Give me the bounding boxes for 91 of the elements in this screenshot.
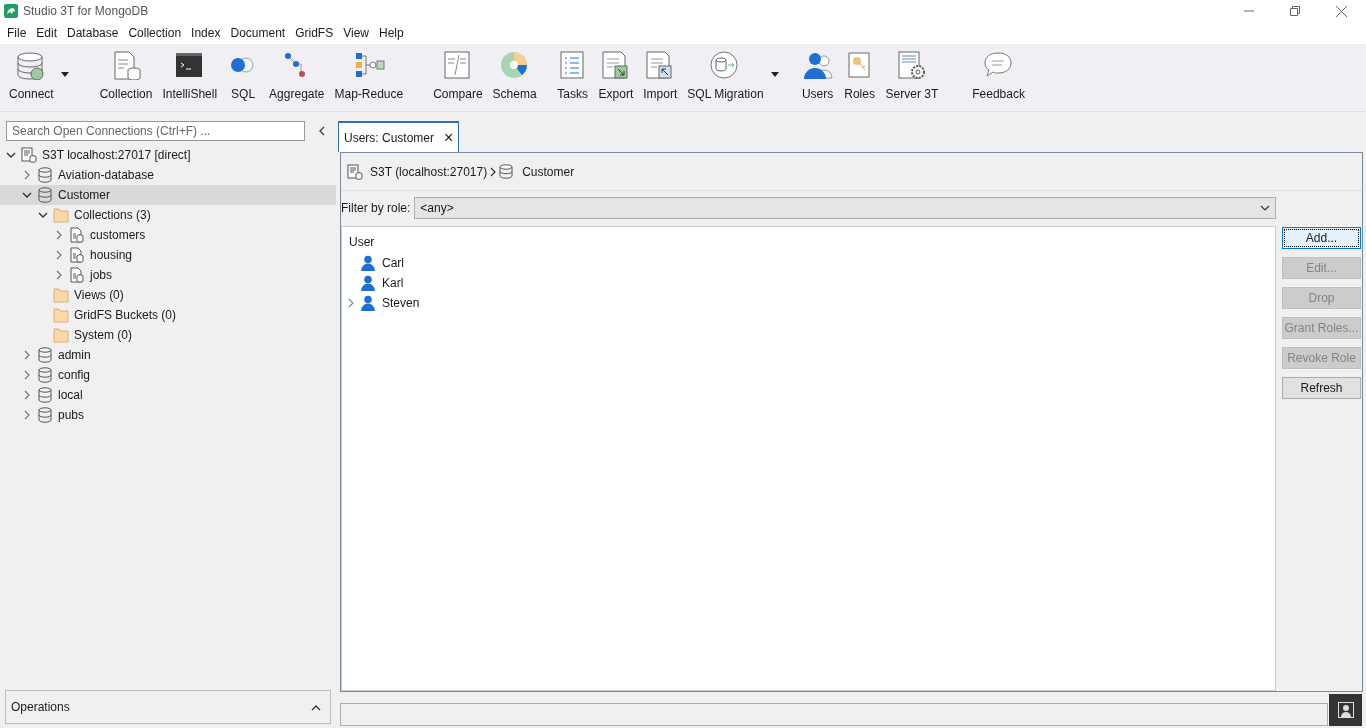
menu-item[interactable]: GridFS [290, 24, 339, 42]
search-field[interactable]: Search Open Connections (Ctrl+F) ... [6, 121, 305, 141]
collection-icon [69, 247, 85, 263]
server-icon [347, 163, 363, 180]
collection-icon [69, 267, 85, 283]
tree-item[interactable]: GridFS Buckets (0) [0, 305, 336, 325]
close-icon[interactable] [1336, 5, 1347, 17]
toolbar-button[interactable]: Server 3T [880, 50, 944, 103]
person-icon [1337, 702, 1354, 718]
screen-button[interactable] [1329, 694, 1362, 726]
tree-item[interactable]: config [0, 365, 336, 385]
toolbar-button[interactable]: Schema [487, 50, 542, 103]
menu-item[interactable]: Collection [123, 24, 187, 42]
person-icon [360, 295, 376, 311]
toolbar-button[interactable]: Map-Reduce [329, 50, 409, 103]
collection-icon [69, 227, 85, 243]
breadcrumb-item[interactable]: S3T (localhost:27017) [370, 162, 488, 181]
action-button[interactable]: Refresh [1282, 377, 1361, 399]
dropdown-arrow-icon[interactable] [770, 72, 779, 77]
toolbar-button[interactable]: Export [593, 50, 639, 103]
role-dropdown[interactable]: <any> [414, 197, 1277, 219]
menu-item[interactable]: Index [186, 24, 226, 42]
folder-icon [53, 287, 69, 303]
toolbar-button[interactable]: IntelliShell [157, 50, 223, 103]
toolbar-button[interactable]: Users [796, 50, 839, 103]
tree-item[interactable]: pubs [0, 405, 336, 425]
column-header: User [349, 234, 376, 251]
operations-panel[interactable]: Operations [5, 690, 331, 724]
menu-item[interactable]: Document [225, 24, 291, 42]
folder-icon [53, 207, 69, 223]
user-row[interactable]: Karl [349, 273, 1275, 293]
tree-item[interactable]: Aviation-database [0, 165, 336, 185]
tree-item[interactable]: housing [0, 245, 336, 265]
chevron-down-icon [1260, 205, 1271, 211]
person-icon [360, 255, 376, 271]
tree-item[interactable]: Collections (3) [0, 205, 336, 225]
database-icon [37, 367, 53, 383]
chevron-up-icon[interactable] [311, 703, 321, 711]
database-icon [37, 167, 53, 183]
tree-item[interactable]: admin [0, 345, 336, 365]
person-icon [360, 275, 376, 291]
toolbar-button[interactable]: Roles [838, 50, 881, 103]
tree-item[interactable]: System (0) [0, 325, 336, 345]
dropdown-arrow-icon[interactable] [60, 72, 69, 77]
panel-title: Operations [11, 699, 71, 716]
database-icon [499, 164, 514, 179]
server-gear-icon [895, 50, 928, 80]
chevron-right-icon [346, 298, 356, 308]
menu-item[interactable]: File [2, 24, 32, 42]
toolbar-button[interactable]: SQL Migration [682, 50, 769, 103]
close-tab-button[interactable]: × [444, 129, 454, 146]
folder-icon [53, 327, 69, 343]
menu-item[interactable]: Edit [31, 24, 63, 42]
tree-item[interactable]: local [0, 385, 336, 405]
chevron-down-icon [6, 150, 16, 160]
toolbar-button[interactable]: Aggregate [264, 50, 330, 103]
toolbar-button[interactable]: Import [638, 50, 683, 103]
toolbar-button[interactable]: SQL [222, 50, 265, 103]
app-logo-icon [4, 4, 18, 18]
breadcrumb-item[interactable]: Customer [522, 162, 575, 181]
server-icon [21, 147, 37, 163]
database-icon [37, 187, 53, 203]
menu-item[interactable]: Database [62, 24, 124, 42]
toolbar-button[interactable]: Tasks [551, 50, 594, 103]
tree-item[interactable]: jobs [0, 265, 336, 285]
tree-item[interactable]: S3T localhost:27017 [direct] [0, 145, 336, 165]
menu-item[interactable]: Help [374, 24, 409, 42]
collapse-panel-icon[interactable] [318, 126, 326, 136]
filter-label: Filter by role: [341, 200, 411, 217]
toolbar-button[interactable]: Feedback [967, 50, 1030, 103]
user-row[interactable]: Carl [349, 253, 1275, 273]
toolbar-button[interactable]: Compare [428, 50, 488, 103]
users-icon [801, 50, 834, 80]
window-title: Studio 3T for MongoDB [23, 3, 149, 20]
toolbar-button[interactable]: Connect [4, 50, 59, 103]
user-row[interactable]: Steven [349, 293, 1275, 313]
folder-icon [53, 307, 69, 323]
database-icon [37, 387, 53, 403]
speech-bubble-icon [982, 50, 1015, 80]
database-icon [37, 347, 53, 363]
menu-item[interactable]: View [338, 24, 374, 42]
tree-item[interactable]: Customer [0, 185, 336, 205]
tree-item[interactable]: Views (0) [0, 285, 336, 305]
tree-item[interactable]: customers [0, 225, 336, 245]
toolbar-button[interactable]: Collection [94, 50, 158, 103]
tab[interactable]: Users: Customer × [338, 121, 460, 152]
action-button[interactable]: Add... [1282, 227, 1361, 249]
restore-icon[interactable] [1290, 6, 1300, 16]
chevron-right-icon [22, 170, 32, 180]
database-icon [37, 407, 53, 423]
chevron-right-icon [490, 166, 497, 177]
